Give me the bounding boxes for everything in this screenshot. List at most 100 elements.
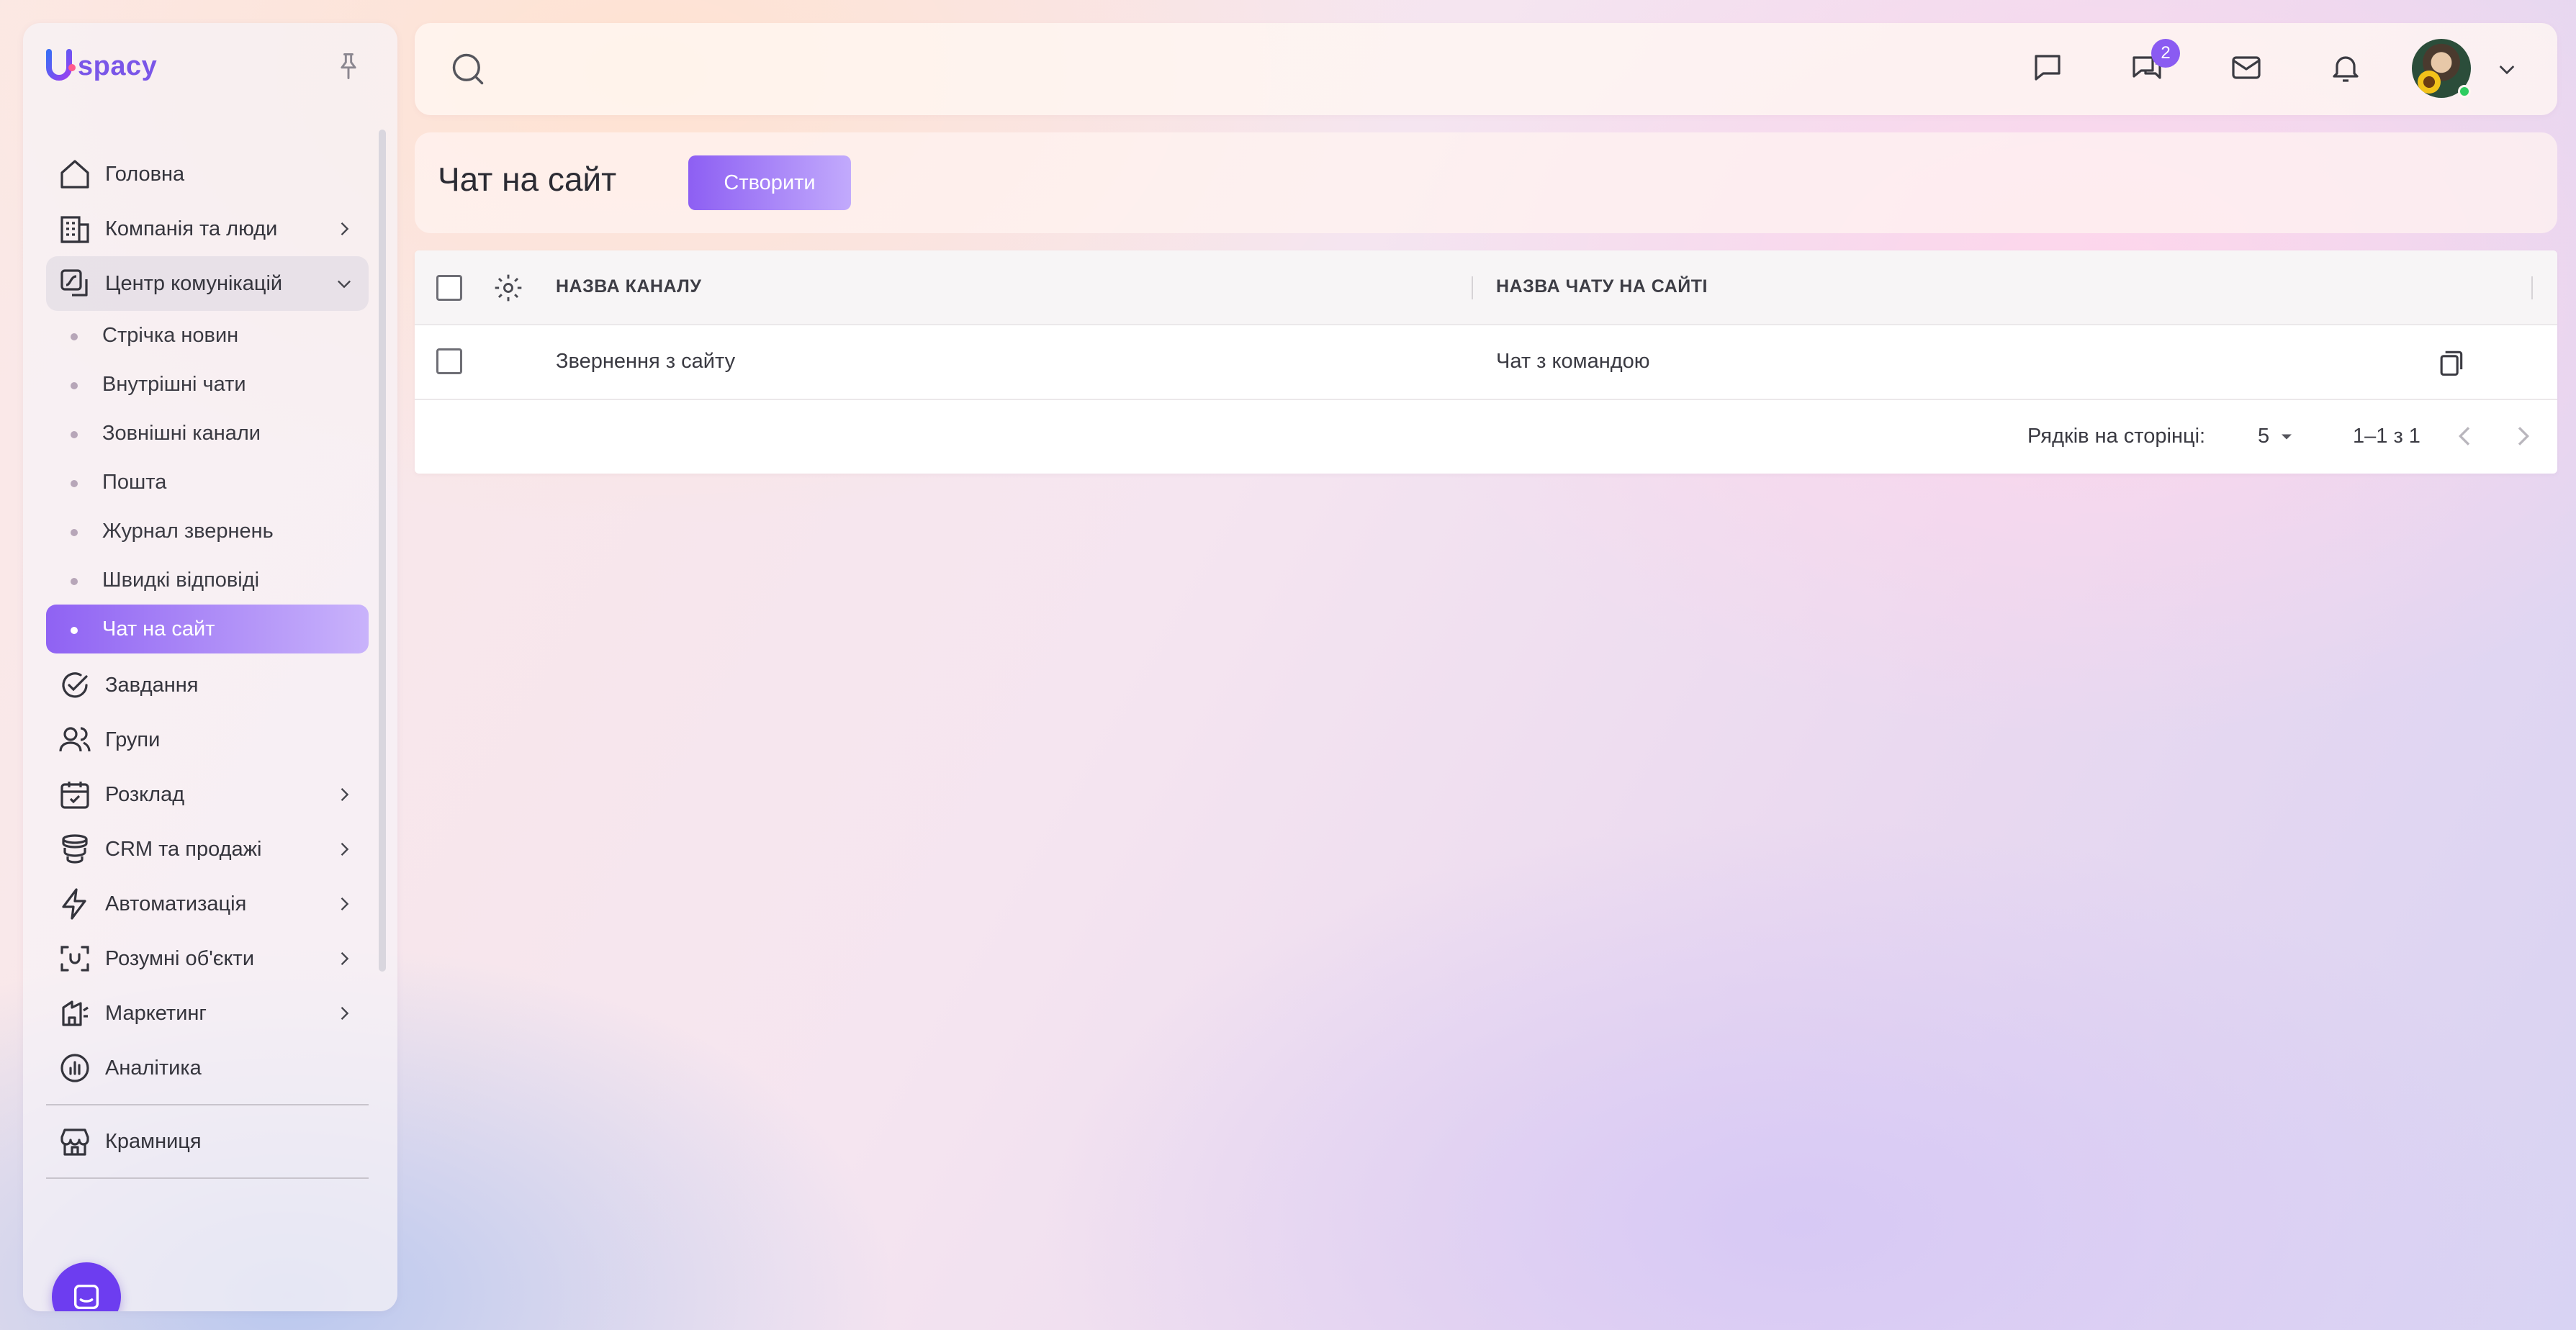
home-icon [60,160,89,189]
pagination-range: 1–1 з 1 [2353,425,2420,448]
column-resize-handle[interactable] [1472,276,1473,299]
pin-icon[interactable] [333,50,364,82]
sidebar-divider [46,1104,369,1105]
site-chats-table: НАЗВА КАНАЛУ НАЗВА ЧАТУ НА САЙТІ Звернен… [415,250,2557,474]
sidebar-scrollbar[interactable] [379,130,386,972]
sidebar-item-label: Центр комунікацій [105,271,283,295]
bullet-dot [71,480,78,487]
sidebar-item-label: Аналітика [105,1056,202,1080]
caret-down-icon [2282,434,2292,439]
sidebar-subitem-label: Чат на сайт [102,617,215,641]
support-chat-button[interactable] [52,1262,121,1311]
message-square-icon [2035,55,2061,81]
sidebar-subitem-label: Внутрішні чати [102,372,246,396]
sidebar-subitem-news-feed[interactable]: Стрічка новин [46,311,369,360]
bell-icon [2333,56,2359,82]
marketing-icon [62,1000,89,1026]
search-icon[interactable] [449,50,487,88]
sidebar-item-label: Групи [105,728,161,751]
sidebar-item-analytics[interactable]: Аналітика [46,1041,369,1095]
select-all-checkbox[interactable] [436,275,462,301]
sidebar-item-label: Розклад [105,782,185,806]
sidebar-item-label: Компанія та люди [105,217,278,240]
sidebar-subitem-mail[interactable]: Пошта [46,458,369,507]
avatar-sunflower [2418,71,2441,94]
sidebar-item-tasks[interactable]: Завдання [46,658,369,712]
sidebar-item-label: Автоматизація [105,892,247,915]
sidebar-item-smart-objects[interactable]: Розумні об'єкти [46,931,369,986]
sidebar-nav: Головна Компанія та люди Центр комунікац… [46,147,369,1188]
bullet-dot [71,333,78,340]
sidebar-subitem-requests-log[interactable]: Журнал звернень [46,507,369,556]
sidebar-item-label: Завдання [105,673,199,697]
sidebar-item-company[interactable]: Компанія та люди [46,202,369,256]
sidebar-subitem-site-chat[interactable]: Чат на сайт [46,605,369,653]
chats-button[interactable]: 2 [2127,39,2180,88]
sidebar-subitem-label: Швидкі відповіді [102,568,260,592]
sidebar-item-groups[interactable]: Групи [46,712,369,767]
cell-site-chat-name: Чат з командою [1496,350,1650,373]
sidebar-item-communications[interactable]: Центр комунікацій [46,256,369,311]
chevron-right-icon [341,222,349,235]
top-header: 2 [415,23,2557,115]
logo-text: spacy [78,50,158,81]
bullet-dot [71,431,78,438]
sidebar-subitem-internal-chats[interactable]: Внутрішні чати [46,360,369,409]
notifications-button[interactable] [2325,48,2366,88]
store-icon [60,1128,89,1156]
prev-page-icon[interactable] [2451,422,2480,451]
sidebar-item-marketing[interactable]: Маркетинг [46,986,369,1041]
rows-per-page-select[interactable]: 5 [2258,425,2297,448]
chevron-right-icon [341,1007,349,1020]
online-status-dot [2458,85,2471,98]
sidebar-item-automation[interactable]: Автоматизація [46,877,369,931]
bullet-dot [71,627,78,634]
chevron-right-icon [341,897,349,910]
cell-channel-name: Звернення з сайту [556,350,736,373]
building-icon [60,216,89,243]
table-pagination: Рядків на сторінці: 5 1–1 з 1 [415,400,2557,474]
chevron-down-icon[interactable] [2495,58,2518,81]
sidebar-subitem-label: Стрічка новин [102,323,239,347]
column-resize-handle[interactable] [2531,276,2533,299]
column-header-site-chat-name[interactable]: НАЗВА ЧАТУ НА САЙТІ [1496,276,1708,297]
chevron-right-icon [341,952,349,965]
sidebar-subitem-quick-replies[interactable]: Швидкі відповіді [46,556,369,605]
communication-icon [60,269,88,297]
sidebar-item-label: Крамниця [105,1129,202,1153]
sidebar-subitem-external-channels[interactable]: Зовнішні канали [46,409,369,458]
page-title: Чат на сайт [438,160,617,198]
coins-icon [62,834,88,864]
bullet-dot [71,382,78,389]
gear-icon[interactable] [492,272,524,304]
sidebar-item-home[interactable]: Головна [46,147,369,202]
chats-badge: 2 [2151,39,2180,68]
rows-per-page-label: Рядків на сторінці: [2027,425,2206,448]
sidebar-divider [46,1177,369,1179]
table-header: НАЗВА КАНАЛУ НАЗВА ЧАТУ НА САЙТІ [415,250,2557,325]
chevron-right-icon [341,788,349,801]
sidebar: spacy Головна Компанія та люди Центр ком… [23,23,397,1311]
sidebar-item-label: Розумні об'єкти [105,946,255,970]
sidebar-item-store[interactable]: Крамниця [46,1114,369,1169]
sidebar-subitem-label: Журнал звернень [102,519,274,543]
copy-icon[interactable] [2435,347,2467,379]
mail-icon [2232,56,2261,79]
column-header-channel-name[interactable]: НАЗВА КАНАЛУ [556,276,701,297]
logo[interactable]: spacy [45,49,157,83]
messages-button[interactable] [2027,48,2068,88]
next-page-icon[interactable] [2508,422,2537,451]
bullet-dot [71,578,78,585]
chevron-right-icon [341,843,349,856]
sidebar-item-schedule[interactable]: Розклад [46,767,369,822]
row-checkbox[interactable] [436,348,462,374]
table-row[interactable]: Звернення з сайту Чат з командою [415,325,2557,400]
mail-button[interactable] [2226,48,2266,88]
sidebar-subitem-label: Пошта [102,470,167,494]
analytics-icon [60,1054,89,1082]
calendar-icon [60,782,89,809]
page-titlebar: Чат на сайт Створити [415,132,2557,233]
check-circle-icon [62,672,88,698]
create-button[interactable]: Створити [688,155,851,210]
sidebar-item-crm[interactable]: CRM та продажі [46,822,369,877]
